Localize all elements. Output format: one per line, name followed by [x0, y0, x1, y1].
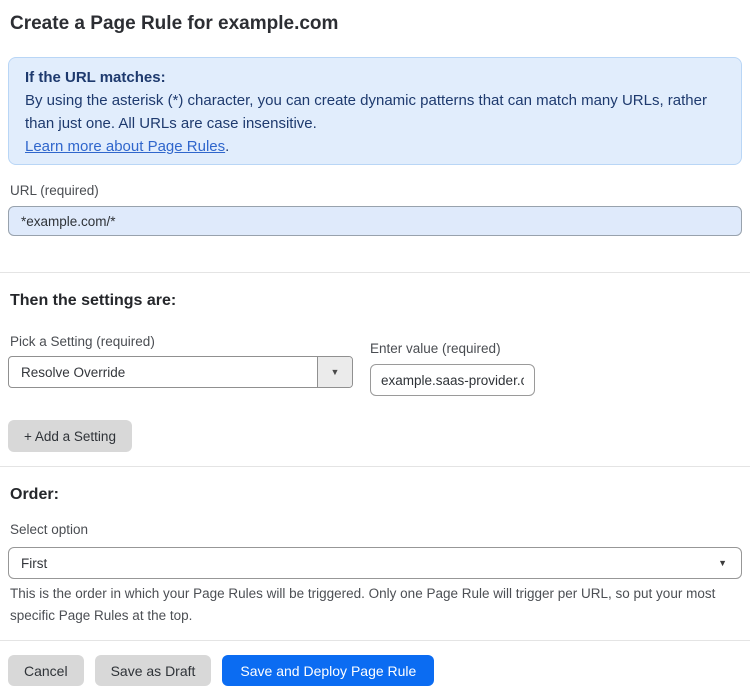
- divider: [0, 272, 750, 273]
- learn-more-link[interactable]: Learn more about Page Rules: [25, 138, 225, 155]
- page-title: Create a Page Rule for example.com: [10, 13, 339, 34]
- chevron-down-icon: ▼: [718, 558, 727, 568]
- footer-actions: Cancel Save as Draft Save and Deploy Pag…: [8, 655, 742, 686]
- order-help-text: This is the order in which your Page Rul…: [10, 586, 716, 623]
- callout-link-line: Learn more about Page Rules.: [25, 135, 725, 158]
- order-section-heading: Order:: [10, 486, 59, 503]
- setting-select-value: Resolve Override: [21, 364, 126, 380]
- value-field-label: Enter value (required): [370, 341, 501, 356]
- save-and-deploy-button[interactable]: Save and Deploy Page Rule: [222, 655, 435, 686]
- order-select[interactable]: First ▼: [8, 547, 742, 579]
- callout-heading: If the URL matches:: [25, 69, 166, 86]
- url-input[interactable]: [8, 206, 742, 236]
- url-matches-callout: If the URL matches: By using the asteris…: [8, 57, 742, 165]
- chevron-down-icon[interactable]: ▼: [317, 357, 352, 387]
- divider: [0, 640, 750, 641]
- order-select-label: Select option: [10, 522, 89, 537]
- settings-row: Pick a Setting (required) Resolve Overri…: [0, 310, 750, 396]
- value-column: Enter value (required): [370, 310, 535, 396]
- link-suffix: .: [225, 138, 230, 155]
- setting-value-input[interactable]: [370, 364, 535, 396]
- setting-select[interactable]: Resolve Override ▼: [8, 356, 353, 388]
- callout-body: By using the asterisk (*) character, you…: [25, 92, 707, 132]
- divider: [0, 466, 750, 467]
- cancel-button[interactable]: Cancel: [8, 655, 84, 686]
- settings-section-heading: Then the settings are:: [10, 292, 177, 309]
- add-setting-button[interactable]: + Add a Setting: [8, 420, 132, 452]
- setting-column: Pick a Setting (required) Resolve Overri…: [0, 310, 353, 388]
- save-as-draft-button[interactable]: Save as Draft: [94, 655, 212, 686]
- setting-select-label: Pick a Setting (required): [10, 334, 155, 349]
- url-field-label: URL (required): [10, 183, 99, 198]
- order-select-value: First: [21, 555, 48, 571]
